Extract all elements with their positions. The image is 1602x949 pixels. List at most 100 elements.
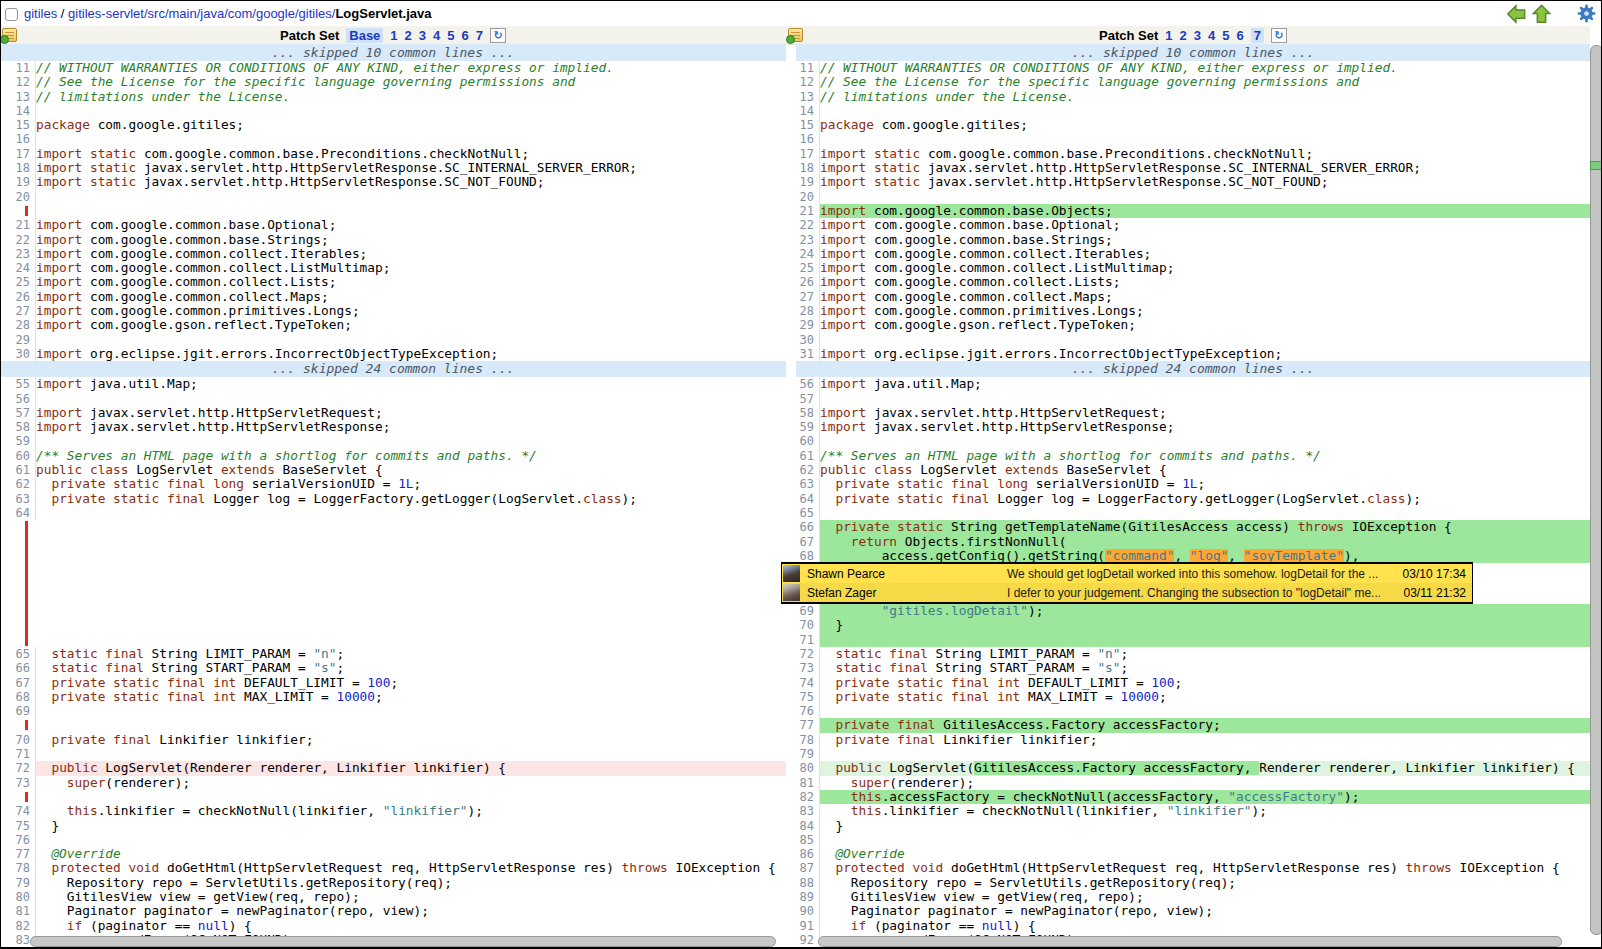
patchset-link-7[interactable]: 7 [476,28,483,43]
line-number[interactable]: 64 [0,506,35,520]
patchset-link-4[interactable]: 4 [433,28,440,43]
code-row[interactable]: 56import java.util.Map; [796,377,1590,391]
code-row[interactable]: 83 this.linkifier = checkNotNull(linkifi… [796,804,1590,818]
code-row[interactable]: 16 [796,132,1590,146]
code-row[interactable]: 64 [0,506,786,520]
code-row[interactable]: 76 [0,833,786,847]
code-row[interactable]: 79 [796,747,1590,761]
line-number[interactable]: 21 [796,204,819,218]
code-row[interactable]: 78 protected void doGetHtml(HttpServletR… [0,861,786,875]
line-number[interactable]: 25 [796,261,819,275]
download-patch-icon-right[interactable]: ↻ [1271,28,1287,43]
code-row[interactable]: 77 private final GitilesAccess.Factory a… [796,718,1590,732]
code-row[interactable]: 11// WITHOUT WARRANTIES OR CONDITIONS OF… [0,61,786,75]
code-row[interactable]: 30import org.eclipse.jgit.errors.Incorre… [0,347,786,361]
line-number[interactable]: 15 [796,118,819,132]
code-row[interactable]: 90 Paginator paginator = newPaginator(re… [796,904,1590,918]
line-number[interactable]: 86 [796,847,819,861]
code-row[interactable]: 60/** Serves an HTML page with a shortlo… [0,449,786,463]
line-number[interactable]: 73 [796,661,819,675]
code-row[interactable]: 75 } [0,819,786,833]
line-number[interactable]: 71 [796,633,819,647]
line-number[interactable]: 26 [0,290,35,304]
line-number[interactable]: 82 [0,919,35,933]
code-row[interactable]: 65 [796,506,1590,520]
code-row[interactable]: 21import com.google.common.base.Objects; [796,204,1590,218]
line-number[interactable]: 68 [796,549,819,563]
patchset-base-selected[interactable]: Base [346,28,383,43]
code-row[interactable]: 11// WITHOUT WARRANTIES OR CONDITIONS OF… [796,61,1590,75]
code-row[interactable]: 24import com.google.common.collect.Itera… [796,247,1590,261]
code-row[interactable]: 15package com.google.gitiles; [796,118,1590,132]
code-row[interactable]: 63 private static final long serialVersi… [796,477,1590,491]
line-number[interactable]: 65 [796,506,819,520]
code-row[interactable]: 13// limitations under the License. [0,90,786,104]
line-number[interactable]: 74 [796,676,819,690]
code-row[interactable]: 59import javax.servlet.http.HttpServletR… [796,420,1590,434]
line-number[interactable]: 22 [796,218,819,232]
code-row[interactable]: 65 static final String LIMIT_PARAM = "n"… [0,647,786,661]
line-number[interactable]: 81 [796,776,819,790]
code-row[interactable]: 27import com.google.common.primitives.Lo… [0,304,786,318]
patchset-link-6[interactable]: 6 [462,28,469,43]
line-number[interactable]: 17 [796,147,819,161]
line-number[interactable]: 91 [796,919,819,933]
line-number[interactable]: 67 [796,535,819,549]
line-number[interactable]: 17 [0,147,35,161]
code-row[interactable]: 57import javax.servlet.http.HttpServletR… [0,406,786,420]
line-number[interactable]: 56 [0,392,35,406]
line-number[interactable]: 26 [796,275,819,289]
code-row[interactable]: 82 if (paginator == null) { [0,919,786,933]
file-reviewed-checkbox[interactable] [5,8,18,21]
code-row[interactable]: 18import static javax.servlet.http.HttpS… [0,161,786,175]
line-number[interactable]: 70 [796,618,819,632]
code-row[interactable]: 62 private static final long serialVersi… [0,477,786,491]
code-row[interactable]: 22import com.google.common.base.Optional… [796,218,1590,232]
code-row[interactable]: 17import static com.google.common.base.P… [0,147,786,161]
code-row[interactable]: 61/** Serves an HTML page with a shortlo… [796,449,1590,463]
code-row[interactable]: 82 this.accessFactory = checkNotNull(acc… [796,790,1590,804]
line-number[interactable]: 12 [0,75,35,89]
line-number[interactable]: 18 [0,161,35,175]
line-number[interactable]: 59 [796,420,819,434]
line-number[interactable]: 73 [0,776,35,790]
code-row[interactable]: 13// limitations under the License. [796,90,1590,104]
code-row[interactable]: 27import com.google.common.collect.Maps; [796,290,1590,304]
code-row[interactable]: 88 Repository repo = ServletUtils.getRep… [796,876,1590,890]
line-number[interactable]: 31 [796,347,819,361]
code-row[interactable]: 71 [0,747,786,761]
code-row[interactable]: 72 static final String LIMIT_PARAM = "n"… [796,647,1590,661]
code-row[interactable]: 25import com.google.common.collect.Lists… [0,275,786,289]
line-number[interactable]: 27 [796,290,819,304]
up-to-change-icon[interactable] [1531,4,1552,22]
code-row[interactable]: 62public class LogServlet extends BaseSe… [796,463,1590,477]
code-row[interactable]: 74 private static final int DEFAULT_LIMI… [796,676,1590,690]
skipped-lines-banner[interactable]: ... skipped 10 common lines ... [796,44,1590,61]
line-number[interactable]: 11 [796,61,819,75]
code-row[interactable]: 91 if (paginator == null) { [796,919,1590,933]
code-row[interactable]: 69 "gitiles.logDetail"); [796,604,1590,618]
code-row[interactable]: 19import static javax.servlet.http.HttpS… [0,175,786,189]
code-row[interactable]: 28import com.google.common.primitives.Lo… [796,304,1590,318]
line-number[interactable]: 60 [0,449,35,463]
code-row[interactable]: 23import com.google.common.base.Strings; [796,233,1590,247]
line-number[interactable]: 59 [0,434,35,448]
settings-gear-icon[interactable] [1577,4,1596,22]
line-number[interactable]: 89 [796,890,819,904]
code-row[interactable]: 74 this.linkifier = checkNotNull(linkifi… [0,804,786,818]
line-number[interactable]: 19 [796,175,819,189]
line-number[interactable]: 14 [796,104,819,118]
code-row[interactable]: 22import com.google.common.base.Strings; [0,233,786,247]
line-number[interactable]: 75 [796,690,819,704]
line-number[interactable]: 63 [0,492,35,506]
code-row[interactable]: 71 [796,633,1590,647]
line-number[interactable]: 75 [0,819,35,833]
line-number[interactable]: 12 [796,75,819,89]
line-number[interactable]: 79 [796,747,819,761]
line-number[interactable]: 77 [0,847,35,861]
line-number[interactable]: 61 [796,449,819,463]
line-number[interactable]: 15 [0,118,35,132]
line-number[interactable]: 67 [0,676,35,690]
code-row[interactable]: 70 } [796,618,1590,632]
code-row[interactable]: 19import static javax.servlet.http.HttpS… [796,175,1590,189]
